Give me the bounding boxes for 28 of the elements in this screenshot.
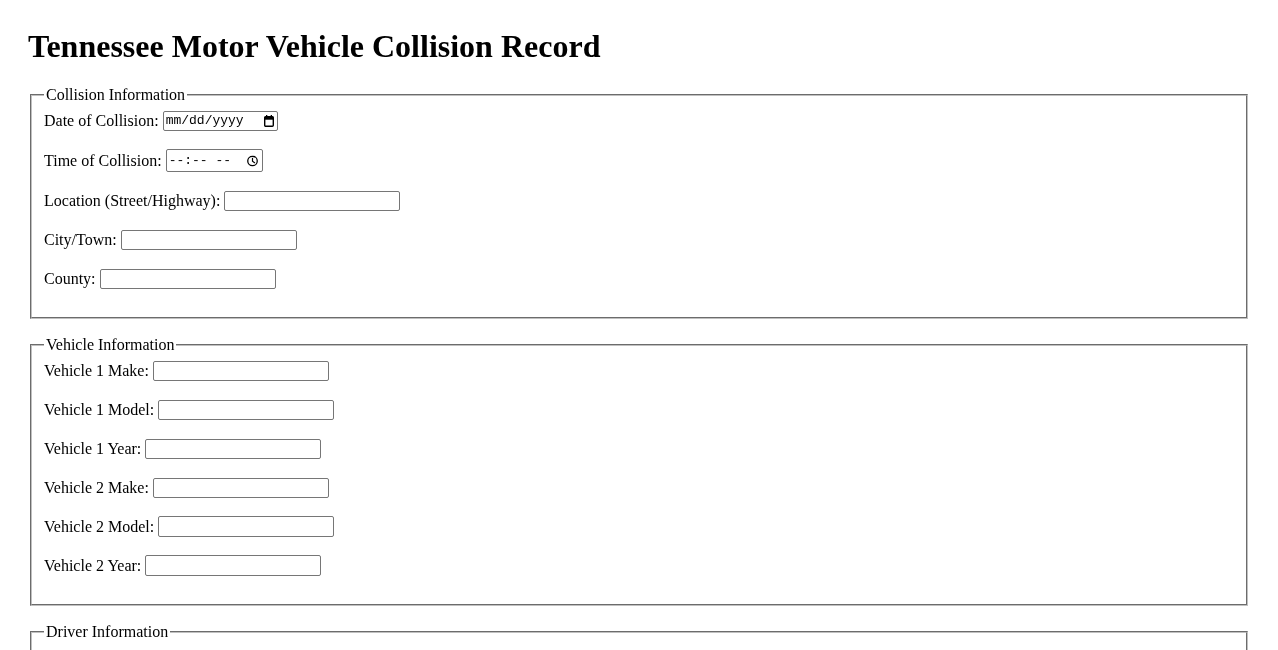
- field-label: Date of Collision:: [44, 111, 159, 130]
- field-label: City/Town:: [44, 230, 117, 249]
- section-title: Vehicle Information: [45, 336, 176, 355]
- text-field[interactable]: [145, 438, 322, 460]
- date-field[interactable]: mm/dd/yyyy: [162, 110, 278, 131]
- time-field[interactable]: --:-- --: [165, 149, 263, 173]
- text-field[interactable]: [145, 555, 322, 576]
- text-field[interactable]: [158, 516, 335, 537]
- field-label: Vehicle 1 Year:: [44, 439, 142, 458]
- field-label: Time of Collision:: [44, 151, 162, 170]
- field-label: County:: [44, 269, 96, 288]
- text-field[interactable]: [158, 399, 335, 421]
- text-field[interactable]: [120, 229, 297, 251]
- field-label: Location (Street/Highway):: [44, 191, 221, 210]
- clock-icon[interactable]: [246, 155, 258, 167]
- field-label: Vehicle 2 Model:: [44, 517, 155, 536]
- field-label: Vehicle 1 Make:: [44, 362, 149, 381]
- field-label: Vehicle 2 Year:: [44, 556, 142, 575]
- field-label: Vehicle 2 Make:: [44, 478, 149, 497]
- text-field[interactable]: [224, 190, 401, 212]
- text-field[interactable]: [99, 268, 276, 289]
- page-title: Tennessee Motor Vehicle Collision Record: [28, 28, 602, 65]
- field-label: Vehicle 1 Model:: [44, 401, 155, 420]
- text-field[interactable]: [152, 477, 329, 499]
- section-title: Driver Information: [45, 623, 170, 642]
- calendar-icon[interactable]: [263, 114, 274, 127]
- text-field[interactable]: [152, 360, 329, 382]
- section-title: Collision Information: [45, 86, 187, 105]
